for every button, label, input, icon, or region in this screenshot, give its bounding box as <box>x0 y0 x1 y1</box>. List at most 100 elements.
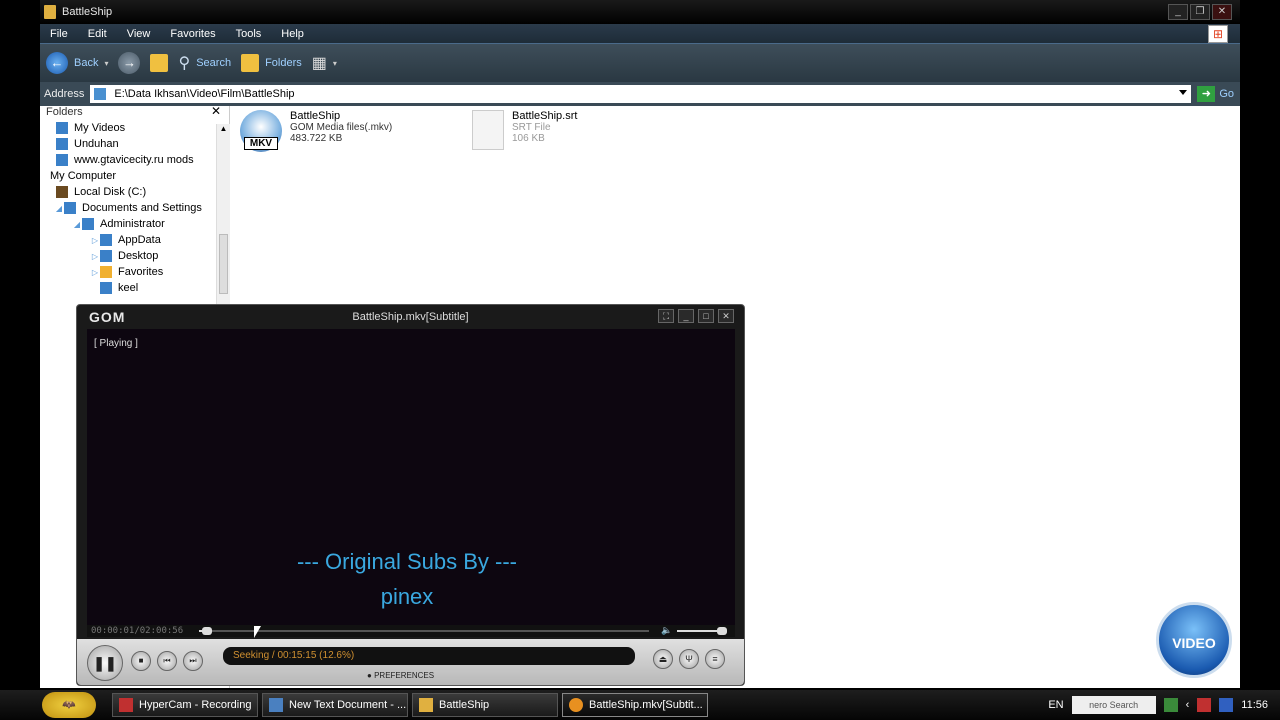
menu-favorites[interactable]: Favorites <box>160 28 225 40</box>
menu-tools[interactable]: Tools <box>226 28 272 40</box>
next-button[interactable]: ⏭ <box>183 651 203 671</box>
preferences-icon: ● <box>367 671 372 680</box>
close-button[interactable]: ✕ <box>1212 4 1232 20</box>
tree-expander-icon[interactable]: ▷ <box>90 236 100 245</box>
file-size: 483.722 KB <box>290 133 343 144</box>
forward-button[interactable]: → <box>118 52 141 74</box>
close-button[interactable]: ✕ <box>718 309 734 323</box>
minimize-button[interactable]: _ <box>678 309 694 323</box>
folder-icon <box>100 250 112 262</box>
fullscreen-button[interactable]: ⛶ <box>658 309 674 323</box>
playlist-button[interactable]: ≡ <box>705 649 725 669</box>
restore-button[interactable]: ❐ <box>1190 4 1210 20</box>
tree-expander-icon[interactable]: ▷ <box>90 268 100 277</box>
tree-item[interactable]: keel <box>40 280 229 296</box>
folder-icon <box>419 698 433 712</box>
seek-bar[interactable] <box>199 627 649 635</box>
scroll-up-icon[interactable]: ▲ <box>217 124 230 133</box>
playback-state: [ Playing ] <box>94 338 138 349</box>
tree-item-label: Documents and Settings <box>82 202 202 214</box>
folders-pane-header: Folders ✕ <box>40 104 229 120</box>
tree-item[interactable]: My Videos <box>40 120 229 136</box>
up-button[interactable] <box>150 54 169 72</box>
video-badge-icon: VIDEO <box>1156 602 1232 678</box>
taskbar-item[interactable]: BattleShip <box>412 693 558 717</box>
tray-expand-icon[interactable]: ‹ <box>1186 699 1190 711</box>
windows-logo-icon: ⊞ <box>1208 25 1228 43</box>
tree-item[interactable]: My Computer <box>40 168 229 184</box>
menu-help[interactable]: Help <box>271 28 314 40</box>
tray-icon[interactable] <box>1197 698 1212 712</box>
video-area[interactable]: [ Playing ] --- Original Subs By --- pin… <box>87 329 735 625</box>
menu-file[interactable]: File <box>40 28 78 40</box>
close-pane-icon[interactable]: ✕ <box>211 104 221 118</box>
seek-handle[interactable] <box>201 627 212 635</box>
tray-icon[interactable] <box>1163 698 1178 712</box>
back-dropdown-icon[interactable]: ▾ <box>104 59 108 68</box>
tree-item[interactable]: ▷ Favorites <box>40 264 229 280</box>
minimize-button[interactable]: _ <box>1168 4 1188 20</box>
pause-button[interactable]: ❚❚ <box>87 645 123 681</box>
nero-search-box[interactable]: nero Search <box>1071 696 1156 714</box>
desktop: BattleShip _ ❐ ✕ File Edit View Favorite… <box>0 0 1280 720</box>
scroll-thumb[interactable] <box>219 234 228 294</box>
folder-tree: My Videos Unduhan www.gtavicecity.ru mod… <box>40 120 229 296</box>
gom-titlebar[interactable]: GOM BattleShip.mkv[Subtitle] ⛶ _ □ ✕ <box>77 305 744 329</box>
volume-slider[interactable] <box>677 627 727 635</box>
explorer-titlebar[interactable]: BattleShip _ ❐ ✕ <box>40 0 1240 24</box>
open-file-button[interactable]: ⏏ <box>653 649 673 669</box>
search-button[interactable]: ⚲ Search <box>178 53 231 73</box>
tree-item[interactable]: ▷ AppData <box>40 232 229 248</box>
tree-expander-icon[interactable]: ▷ <box>90 252 100 261</box>
mkv-file-icon: MKV <box>240 110 282 152</box>
tree-expander-icon[interactable]: ◢ <box>72 220 82 229</box>
address-field[interactable]: E:\Data Ikhsan\Video\Film\BattleShip <box>90 85 1192 103</box>
go-label: Go <box>1219 88 1234 100</box>
tree-item[interactable]: ◢ Documents and Settings <box>40 200 229 216</box>
file-item[interactable]: BattleShip.srt SRT File 106 KB <box>468 110 577 150</box>
go-button[interactable]: ➜ Go <box>1197 86 1234 102</box>
tree-item[interactable]: ▷ Desktop <box>40 248 229 264</box>
taskbar-item[interactable]: BattleShip.mkv[Subtit... <box>562 693 708 717</box>
folders-button[interactable]: Folders <box>241 54 302 72</box>
previous-button[interactable]: ⏮ <box>157 651 177 671</box>
hypercam-icon <box>119 698 133 712</box>
menu-edit[interactable]: Edit <box>78 28 117 40</box>
address-label: Address <box>44 88 85 100</box>
menu-view[interactable]: View <box>117 28 161 40</box>
tree-item[interactable]: ◢ Administrator <box>40 216 229 232</box>
taskbar-item[interactable]: HyperCam - Recording <box>112 693 258 717</box>
tree-item[interactable]: Local Disk (C:) <box>40 184 229 200</box>
volume-icon[interactable]: 🔈 <box>661 625 672 636</box>
taskbar-item-label: HyperCam - Recording <box>139 699 252 711</box>
forward-arrow-icon: → <box>118 52 141 74</box>
address-dropdown-icon[interactable] <box>1179 90 1188 95</box>
address-value: E:\Data Ikhsan\Video\Film\BattleShip <box>114 88 295 100</box>
folder-icon <box>44 5 56 19</box>
taskbar-item[interactable]: New Text Document - ... <box>262 693 408 717</box>
tray-icon[interactable] <box>1219 698 1234 712</box>
views-button[interactable]: ▦ ▾ <box>312 53 337 73</box>
gom-caption: BattleShip.mkv[Subtitle] <box>352 311 469 323</box>
search-icon: ⚲ <box>178 55 191 72</box>
back-button[interactable]: ← Back ▾ <box>46 52 108 74</box>
equalizer-button[interactable]: Ψ <box>679 649 699 669</box>
tree-expander-icon[interactable]: ◢ <box>54 204 64 213</box>
subtitle-line-2: pinex <box>380 584 434 609</box>
tree-item[interactable]: Unduhan <box>40 136 229 152</box>
stop-button[interactable]: ■ <box>131 651 151 671</box>
file-item[interactable]: MKV BattleShip GOM Media files(.mkv) 483… <box>240 110 392 152</box>
tree-item-label: AppData <box>118 234 161 246</box>
drive-icon <box>56 186 68 198</box>
start-button[interactable]: 🦇 <box>42 692 96 718</box>
volume-handle[interactable] <box>717 627 727 635</box>
tree-scrollbar[interactable]: ▲ <box>216 124 230 304</box>
preferences-button[interactable]: ● PREFERENCES <box>367 671 434 680</box>
folder-icon <box>82 218 94 230</box>
go-arrow-icon: ➜ <box>1197 86 1216 102</box>
language-indicator[interactable]: EN <box>1048 699 1063 711</box>
tree-item[interactable]: www.gtavicecity.ru mods <box>40 152 229 168</box>
tree-item-label: My Computer <box>50 170 117 182</box>
maximize-button[interactable]: □ <box>698 309 714 323</box>
gom-player-window: GOM BattleShip.mkv[Subtitle] ⛶ _ □ ✕ [ P… <box>76 304 745 686</box>
